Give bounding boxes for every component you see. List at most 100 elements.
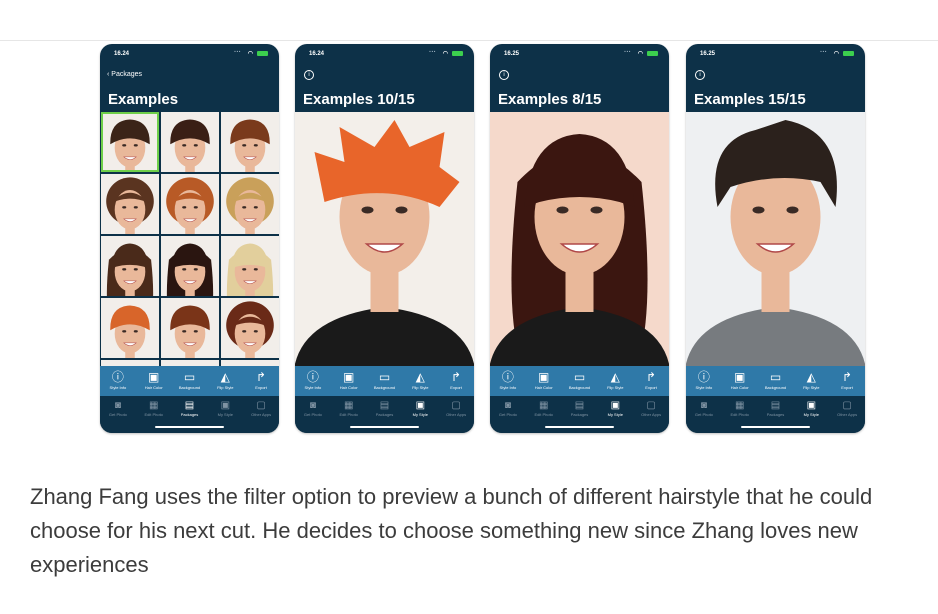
edit-toolbar: ⓘ Style Info ▣ Hair Color ▭ Background ◭… <box>100 366 279 396</box>
status-bar: 16.24 ··· ◠ <box>100 44 279 62</box>
toolbar-hair-color-button[interactable]: ▣ Hair Color <box>526 366 562 396</box>
background-icon: ▭ <box>378 370 391 384</box>
tab-label: Edit Photo <box>339 412 358 417</box>
edit-photo-icon: ▦ <box>734 400 745 411</box>
screen-title: Examples <box>108 91 179 108</box>
toolbar-background-button[interactable]: ▭ Background <box>562 366 598 396</box>
export-icon: ↱ <box>842 370 853 384</box>
hairstyle-thumbnail[interactable] <box>101 112 159 172</box>
home-indicator <box>155 426 224 428</box>
tab-camera[interactable]: ◙ Get Photo <box>295 396 331 433</box>
hairstyle-thumbnail[interactable] <box>221 236 279 296</box>
tab-label: Get Photo <box>108 412 127 417</box>
tab-camera[interactable]: ◙ Get Photo <box>490 396 526 433</box>
info-icon[interactable]: i <box>695 70 705 80</box>
tab-other-apps[interactable]: ▢ Other Apps <box>829 396 865 433</box>
screen-title: Examples 8/15 <box>498 91 602 108</box>
tab-label: My Style <box>803 412 819 417</box>
hairstyle-thumbnail[interactable] <box>161 174 219 234</box>
hairstyle-thumbnail[interactable] <box>101 298 159 358</box>
hairstyle-thumbnail[interactable] <box>161 112 219 172</box>
signal-icon: ··· <box>429 49 436 56</box>
toolbar-label: Background <box>568 385 591 390</box>
toolbar-export-button[interactable]: ↱ Export <box>829 366 865 396</box>
other-apps-icon: ▢ <box>842 400 852 411</box>
my-style-icon: ▣ <box>610 400 621 411</box>
toolbar-background-button[interactable]: ▭ Background <box>367 366 403 396</box>
flip-style-icon: ◭ <box>806 370 816 384</box>
toolbar-info-button[interactable]: ⓘ Style Info <box>686 366 722 396</box>
toolbar-label: Hair Color <box>730 385 749 390</box>
edit-photo-icon: ▦ <box>538 400 549 411</box>
export-icon: ↱ <box>256 370 267 384</box>
flip-style-icon: ◭ <box>415 370 425 384</box>
tab-label: Edit Photo <box>534 412 553 417</box>
tab-label: Packages <box>766 412 785 417</box>
hairstyle-thumbnail[interactable] <box>161 236 219 296</box>
toolbar-flip-style-button[interactable]: ◭ Flip Style <box>793 366 829 396</box>
toolbar-label: Style Info <box>304 385 322 390</box>
toolbar-flip-style-button[interactable]: ◭ Flip Style <box>402 366 438 396</box>
toolbar-background-button[interactable]: ▭ Background <box>758 366 794 396</box>
tab-other-apps[interactable]: ▢ Other Apps <box>243 396 279 433</box>
toolbar-flip-style-button[interactable]: ◭ Flip Style <box>597 366 633 396</box>
toolbar-info-button[interactable]: ⓘ Style Info <box>100 366 136 396</box>
screen-title: Examples 15/15 <box>694 91 806 108</box>
tab-label: Other Apps <box>641 412 662 417</box>
phone-screenshot: 16.25 ··· ◠ i Examples 15/15 ⓘ Style Info… <box>686 44 865 433</box>
info-icon[interactable]: i <box>499 70 509 80</box>
toolbar-hair-color-button[interactable]: ▣ Hair Color <box>331 366 367 396</box>
toolbar-flip-style-button[interactable]: ◭ Flip Style <box>207 366 243 396</box>
toolbar-label: Export <box>645 385 657 390</box>
toolbar-info-button[interactable]: ⓘ Style Info <box>295 366 331 396</box>
camera-icon: ◙ <box>700 400 707 411</box>
hairstyle-thumbnail[interactable] <box>221 298 279 358</box>
tab-other-apps[interactable]: ▢ Other Apps <box>633 396 669 433</box>
tab-label: Packages <box>570 412 589 417</box>
hairstyle-thumbnail[interactable] <box>221 112 279 172</box>
status-time: 16.24 <box>114 51 130 57</box>
toolbar-label: Background <box>373 385 396 390</box>
toolbar-label: Hair Color <box>144 385 163 390</box>
tab-label: Get Photo <box>694 412 713 417</box>
tab-camera[interactable]: ◙ Get Photo <box>100 396 136 433</box>
toolbar-export-button[interactable]: ↱ Export <box>633 366 669 396</box>
hairstyle-thumbnail[interactable] <box>221 174 279 234</box>
home-indicator <box>350 426 419 428</box>
tab-label: Get Photo <box>498 412 517 417</box>
toolbar-label: Hair Color <box>534 385 553 390</box>
toolbar-label: Flip Style <box>412 385 429 390</box>
back-button[interactable]: ‹ Packages <box>107 71 142 78</box>
signal-icon: ··· <box>624 49 631 56</box>
tab-other-apps[interactable]: ▢ Other Apps <box>438 396 474 433</box>
toolbar-info-button[interactable]: ⓘ Style Info <box>490 366 526 396</box>
divider-line <box>0 40 938 41</box>
edit-toolbar: ⓘ Style Info ▣ Hair Color ▭ Background ◭… <box>295 366 474 396</box>
status-bar: 16.25 ··· ◠ <box>686 44 865 62</box>
my-style-icon: ▣ <box>415 400 426 411</box>
hairstyle-thumbnail[interactable] <box>101 174 159 234</box>
toolbar-hair-color-button[interactable]: ▣ Hair Color <box>722 366 758 396</box>
packages-icon: ▤ <box>770 400 781 411</box>
edit-toolbar: ⓘ Style Info ▣ Hair Color ▭ Background ◭… <box>490 366 669 396</box>
info-icon[interactable]: i <box>304 70 314 80</box>
toolbar-background-button[interactable]: ▭ Background <box>172 366 208 396</box>
back-label: Packages <box>111 71 143 78</box>
flip-style-icon: ◭ <box>220 370 230 384</box>
hair-color-icon: ▣ <box>734 370 746 384</box>
tab-camera[interactable]: ◙ Get Photo <box>686 396 722 433</box>
hairstyle-thumbnail[interactable] <box>161 298 219 358</box>
hairstyle-thumbnail[interactable] <box>101 236 159 296</box>
toolbar-label: Hair Color <box>339 385 358 390</box>
edit-photo-icon: ▦ <box>148 400 159 411</box>
status-bar: 16.25 ··· ◠ <box>490 44 669 62</box>
other-apps-icon: ▢ <box>256 400 266 411</box>
toolbar-export-button[interactable]: ↱ Export <box>243 366 279 396</box>
status-time: 16.24 <box>309 51 325 57</box>
wifi-icon: ◠ <box>442 51 448 57</box>
toolbar-hair-color-button[interactable]: ▣ Hair Color <box>136 366 172 396</box>
camera-icon: ◙ <box>114 400 121 411</box>
toolbar-export-button[interactable]: ↱ Export <box>438 366 474 396</box>
hair-color-icon: ▣ <box>538 370 550 384</box>
info-icon: ⓘ <box>501 370 514 384</box>
